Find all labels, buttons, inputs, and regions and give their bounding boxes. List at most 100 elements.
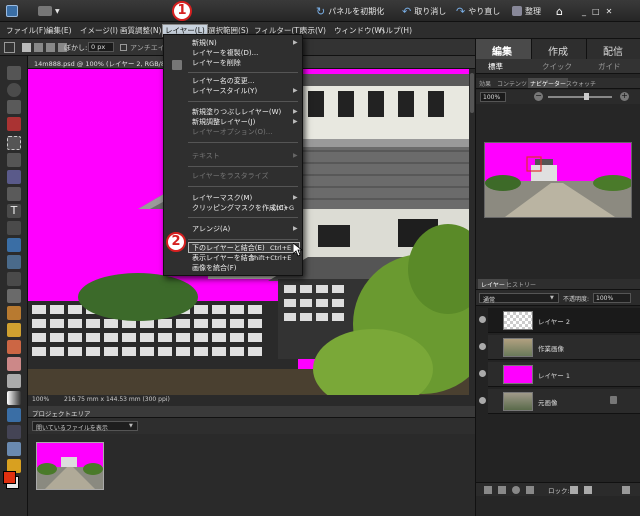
menu-item-flatten-image[interactable]: 画像を統合(F) (192, 263, 237, 273)
submenu-arrow-icon: ▶ (293, 118, 298, 125)
antialias-checkbox[interactable] (120, 44, 127, 51)
lock-all-icon[interactable] (584, 486, 592, 494)
home-button[interactable]: ⌂ (556, 4, 563, 18)
foreground-color-swatch[interactable] (3, 471, 16, 484)
healing-brush-tool-icon[interactable] (7, 289, 21, 303)
dimensions-readout: 216.75 mm x 144.53 mm (300 ppi) (64, 396, 170, 403)
blur-tool-icon[interactable] (7, 425, 21, 439)
eye-icon[interactable] (479, 397, 486, 404)
tab-swatches[interactable]: スウォッチ (566, 79, 596, 88)
menu-help[interactable]: ヘルプ(H) (376, 25, 414, 37)
minimize-icon[interactable]: _ (582, 7, 586, 16)
magic-wand-tool-icon[interactable] (7, 170, 21, 184)
layer-row[interactable]: 作業画像 (479, 335, 640, 360)
clone-stamp-tool-icon[interactable] (7, 306, 21, 320)
shape-tool-icon[interactable] (7, 408, 21, 422)
add-selection-icon[interactable] (34, 43, 43, 52)
subtract-selection-icon[interactable] (46, 43, 55, 52)
smart-brush-tool-icon[interactable] (7, 357, 21, 371)
step-2-badge: 2 (166, 232, 186, 252)
navigator-zoom-slider[interactable] (548, 96, 612, 98)
tab-share-label: 配信 (603, 47, 623, 58)
adjustment-layer-icon[interactable] (512, 486, 520, 494)
quick-selection-tool-icon[interactable] (7, 187, 21, 201)
tab-layers[interactable]: レイヤー (478, 279, 508, 289)
menu-item-arrange[interactable]: アレンジ(A) (192, 224, 230, 234)
paint-bucket-tool-icon[interactable] (7, 374, 21, 388)
feather-input[interactable]: 0 px (88, 42, 114, 52)
scroll-thumb[interactable] (470, 73, 474, 113)
menu-enhance[interactable]: 画質調整(N) (118, 25, 163, 37)
tab-history[interactable]: ヒストリー (506, 280, 536, 289)
navigator-zoom-input[interactable]: 100% (480, 92, 506, 102)
organize-button[interactable]: 整理 (512, 4, 541, 18)
opacity-input[interactable]: 100% (593, 293, 631, 303)
menu-file[interactable]: ファイル(F) (4, 25, 48, 37)
lock-transparency-icon[interactable] (570, 486, 578, 494)
new-group-icon[interactable] (498, 486, 506, 494)
project-area-toolbar: 開いているファイルを表示 ▼ (28, 418, 475, 434)
new-selection-icon[interactable] (22, 43, 31, 52)
close-icon[interactable]: ✕ (606, 7, 613, 16)
layout-button[interactable]: ▼ (38, 4, 60, 18)
maximize-icon[interactable]: □ (592, 7, 600, 16)
menu-item-layer-style[interactable]: レイヤースタイル(Y) (192, 86, 257, 96)
tab-create[interactable]: 作成 (531, 39, 586, 59)
eraser-tool-icon[interactable] (7, 323, 21, 337)
marquee-tool-icon[interactable] (7, 136, 21, 150)
zoom-in-icon[interactable]: + (620, 92, 629, 101)
tab-quick[interactable]: クイック (542, 61, 572, 72)
cookie-cutter-tool-icon[interactable] (7, 238, 21, 252)
tab-effects[interactable]: 効果 (479, 79, 491, 88)
zoom-tool-icon[interactable] (7, 83, 21, 97)
tab-guided[interactable]: ガイド (598, 61, 621, 72)
menu-item-delete-layer[interactable]: レイヤーを削除 (192, 58, 241, 68)
navigator-preview[interactable] (484, 142, 633, 218)
sponge-tool-icon[interactable] (7, 442, 21, 456)
menu-item-duplicate-layer[interactable]: レイヤーを複製(D)... (192, 48, 258, 58)
type-tool-icon[interactable]: T (7, 204, 21, 218)
layer-row[interactable]: レイヤー 1 (479, 362, 640, 387)
gradient-tool-icon[interactable] (7, 391, 21, 405)
layer-row[interactable]: レイヤー 2 (479, 308, 640, 333)
crop-tool-icon[interactable] (7, 221, 21, 235)
eye-icon[interactable] (479, 343, 486, 350)
move-tool-icon[interactable] (7, 66, 21, 80)
trash-icon[interactable] (622, 486, 630, 494)
tab-share[interactable]: 配信 (586, 39, 640, 59)
tab-full[interactable]: 標準 (488, 61, 503, 72)
eye-icon[interactable] (479, 316, 486, 323)
menu-item-new[interactable]: 新規(N) (192, 38, 217, 48)
tab-edit[interactable]: 編集 (476, 39, 531, 59)
blend-mode-select[interactable]: 通常 ▼ (479, 293, 559, 304)
tab-navigator[interactable]: ナビゲーター (528, 78, 569, 88)
menu-item-merge-down[interactable]: 下のレイヤーと結合(E) (192, 243, 265, 253)
new-layer-icon[interactable] (484, 486, 492, 494)
tab-content[interactable]: コンテンツ (497, 79, 527, 88)
shortcut-clipping-mask: Ctrl+G (272, 204, 295, 212)
menu-item-new-fill-layer[interactable]: 新規塗りつぶしレイヤー(W) (192, 107, 281, 117)
navigator-slider-handle[interactable] (584, 93, 589, 100)
project-thumbnail[interactable] (36, 442, 104, 490)
undo-button[interactable]: ↶ 取り消し (402, 4, 446, 18)
reset-panels-button[interactable]: ↻ パネルを初期化 (316, 4, 384, 18)
menu-image[interactable]: イメージ(I) (78, 25, 120, 37)
menu-item-merge-visible[interactable]: 表示レイヤーを結合 (192, 253, 255, 263)
app-logo (6, 4, 18, 18)
eyedropper-tool-icon[interactable] (7, 117, 21, 131)
show-files-select[interactable]: 開いているファイルを表示 ▼ (32, 421, 138, 432)
menu-item-new-adjustment-layer[interactable]: 新規調整レイヤー(J) (192, 117, 255, 127)
layer-mask-icon[interactable] (526, 486, 534, 494)
brush-tool-icon[interactable] (7, 340, 21, 354)
lasso-tool-icon[interactable] (7, 153, 21, 167)
hand-tool-icon[interactable] (7, 100, 21, 114)
layer-row[interactable]: 元画像 (479, 389, 640, 414)
eye-icon[interactable] (479, 370, 486, 377)
red-eye-tool-icon[interactable] (7, 272, 21, 286)
menu-edit[interactable]: 編集(E) (44, 25, 74, 37)
redo-button[interactable]: ↷ やり直し (456, 4, 500, 18)
straighten-tool-icon[interactable] (7, 255, 21, 269)
menu-item-rename-layer[interactable]: レイヤー名の変更... (192, 76, 254, 86)
zoom-out-icon[interactable]: − (534, 92, 543, 101)
menu-item-layer-mask[interactable]: レイヤーマスク(M) (192, 193, 252, 203)
